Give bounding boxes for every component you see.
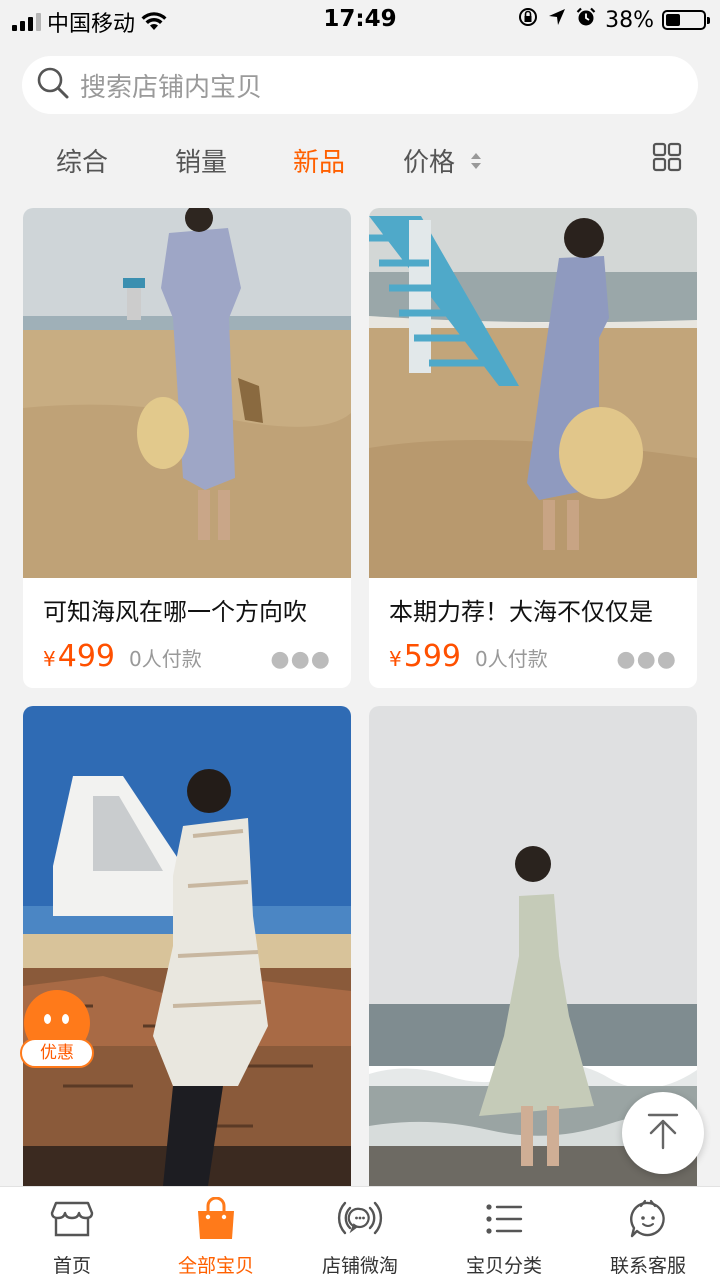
product-card[interactable] [23, 706, 351, 1186]
product-card[interactable]: 本期力荐！大海不仅仅是 ¥ 599 0人付款 ●●● [369, 208, 697, 688]
nav-shop-feed[interactable]: 店铺微淘 [288, 1197, 432, 1278]
list-icon [432, 1197, 576, 1241]
alarm-icon [575, 6, 597, 34]
broadcast-chat-icon [288, 1197, 432, 1241]
tab-sales[interactable]: 销量 [175, 142, 227, 179]
more-options-icon[interactable]: ●●● [270, 647, 331, 672]
nav-home[interactable]: 首页 [0, 1197, 144, 1278]
nav-all-items-label: 全部宝贝 [177, 1255, 254, 1277]
orientation-lock-icon [517, 6, 539, 34]
product-title[interactable]: 本期力荐！大海不仅仅是 [369, 578, 697, 627]
currency-symbol: ¥ [389, 647, 402, 671]
service-chat-icon [576, 1197, 720, 1241]
shopping-bag-icon [144, 1197, 288, 1241]
battery-percent: 38% [605, 7, 654, 33]
tab-price[interactable]: 价格 [403, 142, 483, 179]
coupon-badge[interactable]: 优惠 [18, 990, 96, 1080]
paid-count: 0人付款 [129, 647, 202, 671]
product-image[interactable] [23, 706, 351, 1186]
search-bar[interactable]: 搜索店铺内宝贝 [22, 56, 698, 114]
nav-customer-service[interactable]: 联系客服 [576, 1197, 720, 1278]
status-bar: 中国移动 17:49 38% [0, 0, 720, 40]
bottom-nav: 首页 全部宝贝 店铺微淘 宝贝分类 联系客服 [0, 1186, 720, 1280]
nav-categories-label: 宝贝分类 [465, 1255, 542, 1277]
battery-icon [662, 10, 710, 30]
grid-view-icon[interactable] [652, 142, 682, 179]
back-to-top-button[interactable] [622, 1092, 704, 1174]
product-card[interactable]: 可知海风在哪一个方向吹 ¥ 499 0人付款 ●●● [23, 208, 351, 688]
product-image[interactable] [369, 208, 697, 578]
sort-arrows-icon [469, 149, 483, 179]
more-options-icon[interactable]: ●●● [616, 647, 677, 672]
nav-shop-feed-label: 店铺微淘 [321, 1255, 398, 1277]
search-icon [36, 66, 70, 104]
location-arrow-icon [547, 7, 567, 33]
arrow-up-icon [643, 1111, 683, 1155]
coupon-label: 优惠 [20, 1038, 94, 1068]
currency-symbol: ¥ [43, 647, 56, 671]
paid-count: 0人付款 [475, 647, 548, 671]
tab-price-label: 价格 [403, 148, 456, 178]
search-placeholder: 搜索店铺内宝贝 [80, 72, 263, 103]
product-image[interactable] [23, 208, 351, 578]
nav-home-label: 首页 [52, 1255, 91, 1277]
sort-tabs: 综合 销量 新品 价格 [0, 130, 720, 186]
nav-categories[interactable]: 宝贝分类 [432, 1197, 576, 1278]
tab-new-arrivals[interactable]: 新品 [293, 142, 345, 179]
product-title[interactable]: 可知海风在哪一个方向吹 [23, 578, 351, 627]
tab-comprehensive[interactable]: 综合 [56, 142, 108, 179]
product-price: 599 [403, 639, 461, 674]
nav-all-items[interactable]: 全部宝贝 [144, 1197, 288, 1278]
nav-customer-service-label: 联系客服 [609, 1255, 686, 1277]
storefront-icon [0, 1197, 144, 1241]
product-price: 499 [57, 639, 115, 674]
